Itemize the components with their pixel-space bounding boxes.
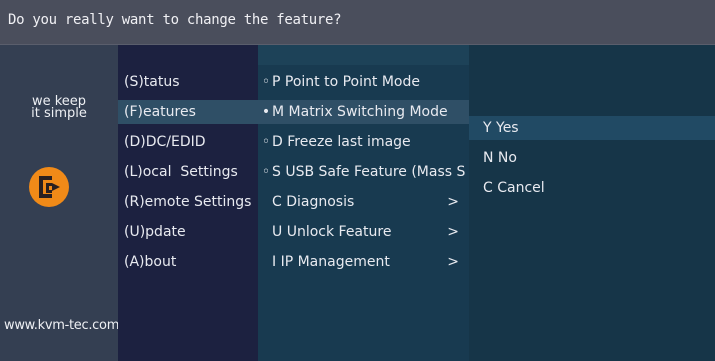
- radio-empty-icon: ◦: [261, 134, 271, 150]
- feature-freeze-last-image[interactable]: ◦ D Freeze last image: [258, 130, 469, 154]
- kvm-tec-logo-icon: [29, 167, 69, 207]
- feature-label: D Freeze last image: [272, 134, 411, 150]
- dialog-title: Do you really want to change the feature…: [8, 12, 342, 28]
- menu-item-about[interactable]: (A)bout: [118, 250, 258, 274]
- confirm-yes[interactable]: Y Yes: [469, 116, 715, 140]
- confirm-cancel[interactable]: C Cancel: [469, 176, 715, 200]
- feature-diagnosis[interactable]: C Diagnosis >: [258, 190, 469, 214]
- menu-item-label: (S)tatus: [124, 74, 180, 90]
- website-link: www.kvm-tec.com: [4, 318, 120, 333]
- feature-unlock[interactable]: U Unlock Feature >: [258, 220, 469, 244]
- menu-item-local-settings[interactable]: (L)ocal Settings: [118, 160, 258, 184]
- confirm-no[interactable]: N No: [469, 146, 715, 170]
- confirm-label: C Cancel: [483, 180, 545, 196]
- radio-empty-icon: ◦: [261, 164, 271, 180]
- feature-label: C Diagnosis: [272, 194, 355, 210]
- confirm-menu: [469, 45, 715, 361]
- slogan-line-2: it simple: [31, 106, 87, 121]
- menu-item-features[interactable]: (F)eatures: [118, 100, 258, 124]
- feature-label: I IP Management: [272, 254, 390, 270]
- menu-item-label: (D)DC/EDID: [124, 134, 206, 150]
- menu-item-update[interactable]: (U)pdate: [118, 220, 258, 244]
- feature-usb-safe[interactable]: ◦ S USB Safe Feature (Mass S: [258, 160, 469, 184]
- feature-ip-management[interactable]: I IP Management >: [258, 250, 469, 274]
- menu-item-remote-settings[interactable]: (R)emote Settings: [118, 190, 258, 214]
- dialog-title-bar: Do you really want to change the feature…: [0, 0, 715, 45]
- menu-item-label: (U)pdate: [124, 224, 186, 240]
- feature-label: P Point to Point Mode: [272, 74, 420, 90]
- features-menu-header: [258, 45, 469, 65]
- menu-item-label: (F)eatures: [124, 104, 196, 120]
- chevron-right-icon: >: [447, 254, 459, 270]
- menu-item-status[interactable]: (S)tatus: [118, 70, 258, 94]
- menu-item-ddc-edid[interactable]: (D)DC/EDID: [118, 130, 258, 154]
- menu-item-label: (A)bout: [124, 254, 177, 270]
- confirm-label: N No: [483, 150, 517, 166]
- feature-label: M Matrix Switching Mode: [272, 104, 448, 120]
- confirm-label: Y Yes: [483, 120, 519, 136]
- feature-label: S USB Safe Feature (Mass S: [272, 164, 466, 180]
- chevron-right-icon: >: [447, 224, 459, 240]
- chevron-right-icon: >: [447, 194, 459, 210]
- radio-empty-icon: ◦: [261, 74, 271, 90]
- radio-filled-icon: •: [261, 104, 271, 120]
- menu-item-label: (R)emote Settings: [124, 194, 252, 210]
- slogan: we keep it simple: [0, 95, 118, 121]
- menu-item-label: (L)ocal Settings: [124, 164, 238, 180]
- feature-label: U Unlock Feature: [272, 224, 392, 240]
- feature-point-to-point[interactable]: ◦ P Point to Point Mode: [258, 70, 469, 94]
- feature-matrix-switching[interactable]: • M Matrix Switching Mode: [258, 100, 469, 124]
